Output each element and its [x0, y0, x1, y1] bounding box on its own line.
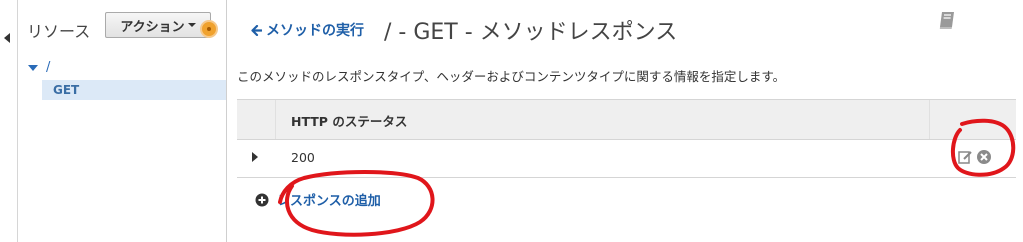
- tree-item-root[interactable]: /: [28, 60, 50, 75]
- tree-item-get-method[interactable]: GET: [42, 80, 226, 100]
- add-response-label: レスポンスの追加: [277, 194, 381, 209]
- column-header-http-status: HTTP のステータス: [291, 114, 408, 129]
- expand-down-icon: [28, 64, 38, 71]
- tree-item-root-label: /: [46, 60, 51, 75]
- page-title: / - GET - メソッドレスポンス: [384, 20, 678, 45]
- edit-icon[interactable]: [957, 149, 973, 165]
- table-header-row: HTTP のステータス: [237, 100, 1016, 140]
- method-response-table: HTTP のステータス 200: [237, 99, 1016, 178]
- status-code-cell: 200: [291, 150, 315, 165]
- collapse-left-icon: [4, 33, 10, 43]
- page-description: このメソッドのレスポンスタイプ、ヘッダーおよびコンテンツタイプに関する情報を指定…: [237, 69, 786, 84]
- table-header-expand-cell: [237, 100, 276, 139]
- arrow-left-icon: [251, 24, 262, 36]
- plus-circle-icon: [255, 193, 269, 206]
- panel-resize-handle[interactable]: [200, 20, 218, 38]
- table-header-actions-cell: [929, 100, 1016, 139]
- chevron-down-icon: [187, 23, 196, 27]
- resources-heading: リソース: [27, 22, 91, 41]
- remove-circle-icon[interactable]: [976, 149, 992, 165]
- sidebar-collapse-toggle[interactable]: [0, 0, 18, 242]
- actions-dropdown-button[interactable]: アクション: [105, 12, 211, 38]
- back-link-label: メソッドの実行: [266, 23, 364, 39]
- expand-row-icon[interactable]: [252, 152, 258, 162]
- actions-button-label: アクション: [120, 19, 185, 35]
- add-response-button[interactable]: レスポンスの追加: [255, 190, 381, 209]
- back-to-method-execution-link[interactable]: メソッドの実行: [251, 20, 364, 40]
- book-icon[interactable]: [937, 10, 957, 30]
- table-row: 200: [237, 139, 1016, 176]
- resource-tree-panel: リソース アクション / GET: [18, 0, 227, 242]
